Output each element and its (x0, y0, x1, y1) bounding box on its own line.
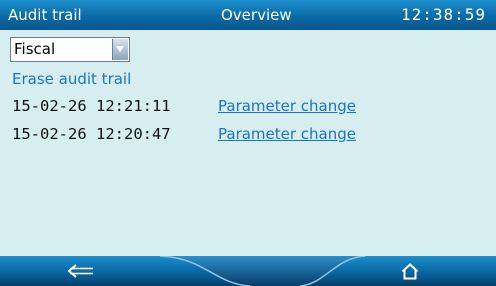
entry-event-link[interactable]: Parameter change (218, 97, 356, 115)
bottom-nav-bar (0, 256, 496, 286)
dropdown-button[interactable] (112, 39, 128, 60)
back-button[interactable] (0, 256, 160, 286)
audit-entry-row: 15-02-26 12:20:47 Parameter change (12, 125, 482, 147)
erase-audit-trail-link[interactable]: Erase audit trail (12, 70, 131, 88)
clock: 12:38:59 (400, 5, 486, 24)
home-icon (401, 263, 419, 280)
back-arrow-icon (68, 264, 93, 278)
content-area: Fiscal Erase audit trail 15-02-26 12:21:… (0, 30, 496, 256)
screen-title: Audit trail (8, 6, 82, 24)
audit-type-dropdown[interactable]: Fiscal (10, 37, 130, 62)
entry-timestamp: 15-02-26 12:21:11 (12, 97, 171, 115)
view-title: Overview (221, 6, 292, 24)
entry-event-link[interactable]: Parameter change (218, 125, 356, 143)
entry-timestamp: 15-02-26 12:20:47 (12, 125, 171, 143)
audit-trail-screen: Audit trail Overview 12:38:59 Fiscal Era… (0, 0, 496, 286)
audit-type-value: Fiscal (14, 40, 56, 58)
chevron-down-icon (116, 46, 124, 52)
audit-entry-row: 15-02-26 12:21:11 Parameter change (12, 97, 482, 119)
home-button[interactable] (365, 256, 496, 286)
title-bar: Audit trail Overview 12:38:59 (0, 0, 496, 30)
